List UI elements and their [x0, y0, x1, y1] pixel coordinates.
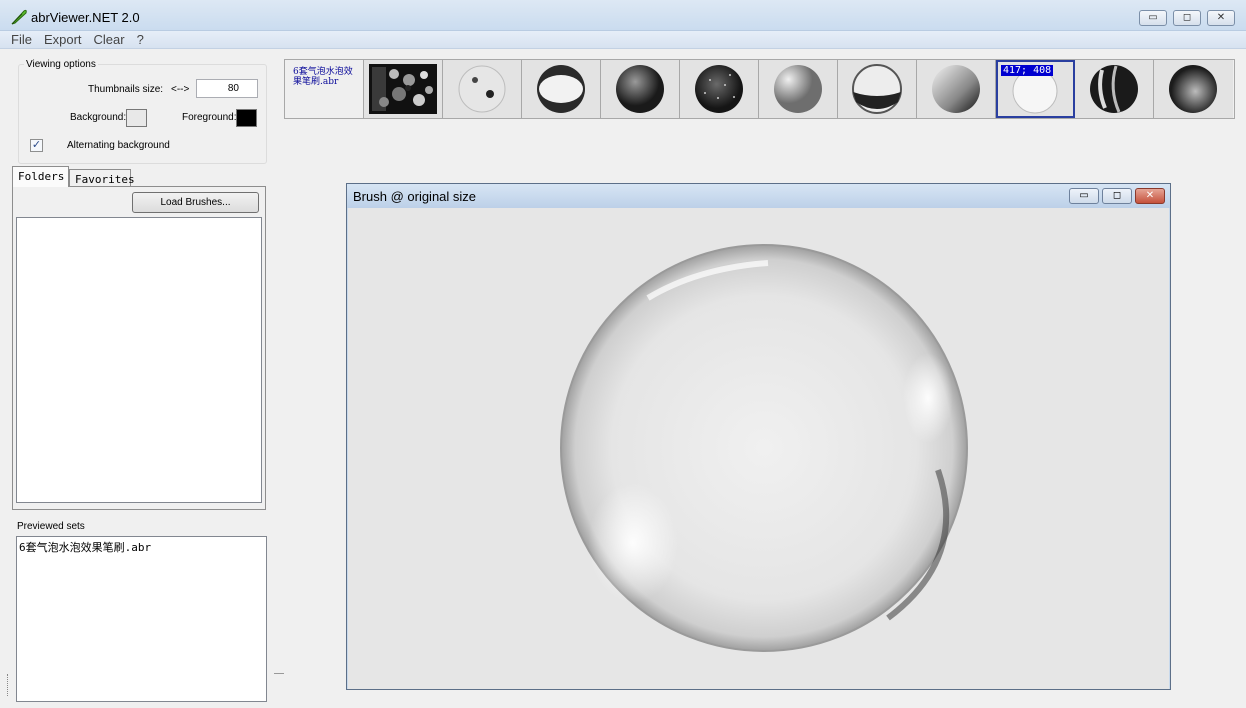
brush-thumbnail[interactable] [364, 60, 443, 118]
shaded-bubble-icon [537, 65, 585, 113]
glass-bowl-icon [852, 64, 902, 114]
foreground-label: Foreground: [182, 112, 237, 123]
swirl-sphere-icon [932, 65, 980, 113]
speckled-sphere-icon [695, 65, 743, 113]
feather-icon [11, 9, 27, 25]
preview-title-bar: Brush @ original size ▭ ◻ ✕ [347, 184, 1170, 208]
load-brushes-button[interactable]: Load Brushes... [132, 192, 259, 213]
menu-file[interactable]: File [5, 31, 38, 47]
menu-export[interactable]: Export [38, 31, 88, 47]
brush-thumbnail-selected[interactable]: 417; 408 [996, 60, 1075, 118]
viewing-options-group: Viewing options Thumbnails size: <--> 80… [18, 59, 267, 164]
brush-thumbnail[interactable] [917, 60, 996, 118]
splitter-grip[interactable] [7, 674, 9, 696]
preview-title: Brush @ original size [353, 189, 477, 204]
close-button[interactable]: ✕ [1207, 10, 1235, 26]
title-bar: abrViewer.NET 2.0 ▭ ◻ ✕ [0, 0, 1246, 31]
maximize-button[interactable]: ◻ [1173, 10, 1201, 26]
brush-thumbnail[interactable] [838, 60, 917, 118]
viewing-options-legend: Viewing options [24, 59, 98, 70]
arrows-label: <--> [171, 84, 190, 95]
brush-thumbnail[interactable] [1075, 60, 1154, 118]
brush-thumbnail[interactable] [601, 60, 680, 118]
brush-thumbnail[interactable] [680, 60, 759, 118]
minimize-button[interactable]: ▭ [1139, 10, 1167, 26]
thumbnail-strip: 6套气泡水泡效果笔刷.abr 417; 408 [284, 59, 1235, 119]
brush-preview-canvas[interactable] [348, 208, 1169, 689]
striped-sphere-icon [1090, 65, 1138, 113]
bubble-brush-preview [560, 244, 968, 652]
brush-thumbnail[interactable] [1154, 60, 1233, 118]
set-name: 6套气泡水泡效果笔刷.abr [293, 67, 353, 87]
background-label: Background: [70, 112, 127, 123]
splitter-mark [274, 673, 284, 674]
tab-favorites[interactable]: Favorites [69, 169, 135, 187]
menu-clear[interactable]: Clear [88, 31, 131, 47]
window-title: abrViewer.NET 2.0 [31, 10, 140, 25]
thumbnails-size-label: Thumbnails size: [88, 84, 164, 95]
previewed-sets-list[interactable]: 6套气泡水泡效果笔刷.abr [16, 536, 267, 702]
set-name-cell[interactable]: 6套气泡水泡效果笔刷.abr [285, 60, 364, 118]
brush-thumbnail[interactable] [443, 60, 522, 118]
list-item[interactable]: 6套气泡水泡效果笔刷.abr [19, 539, 151, 555]
dark-bubble-icon [1169, 65, 1217, 113]
thumbnails-size-input[interactable]: 80 [196, 79, 258, 98]
gradient-sphere-icon [774, 65, 822, 113]
background-color-swatch[interactable] [126, 109, 147, 127]
dark-sphere-icon [616, 65, 664, 113]
brush-preview-window: Brush @ original size ▭ ◻ ✕ [346, 183, 1171, 690]
preview-close-button[interactable]: ✕ [1135, 188, 1165, 204]
brush-collage-icon [369, 64, 437, 114]
brush-thumbnail[interactable] [522, 60, 601, 118]
eyes-sphere-icon [458, 65, 506, 113]
folders-panel: Load Brushes... [12, 186, 266, 510]
foreground-color-swatch[interactable] [236, 109, 257, 127]
brush-coordinates: 417; 408 [1001, 65, 1054, 76]
alternating-background-checkbox[interactable]: ✓ [30, 139, 43, 152]
preview-minimize-button[interactable]: ▭ [1069, 188, 1099, 204]
menu-help[interactable]: ? [131, 31, 150, 47]
alternating-background-label: Alternating background [67, 140, 170, 151]
menu-bar: File Export Clear? [0, 31, 1246, 49]
preview-maximize-button[interactable]: ◻ [1102, 188, 1132, 204]
brush-thumbnail[interactable] [759, 60, 838, 118]
previewed-sets-label: Previewed sets [17, 521, 85, 532]
tab-folders[interactable]: Folders [12, 166, 69, 187]
folder-tree[interactable] [16, 217, 262, 503]
